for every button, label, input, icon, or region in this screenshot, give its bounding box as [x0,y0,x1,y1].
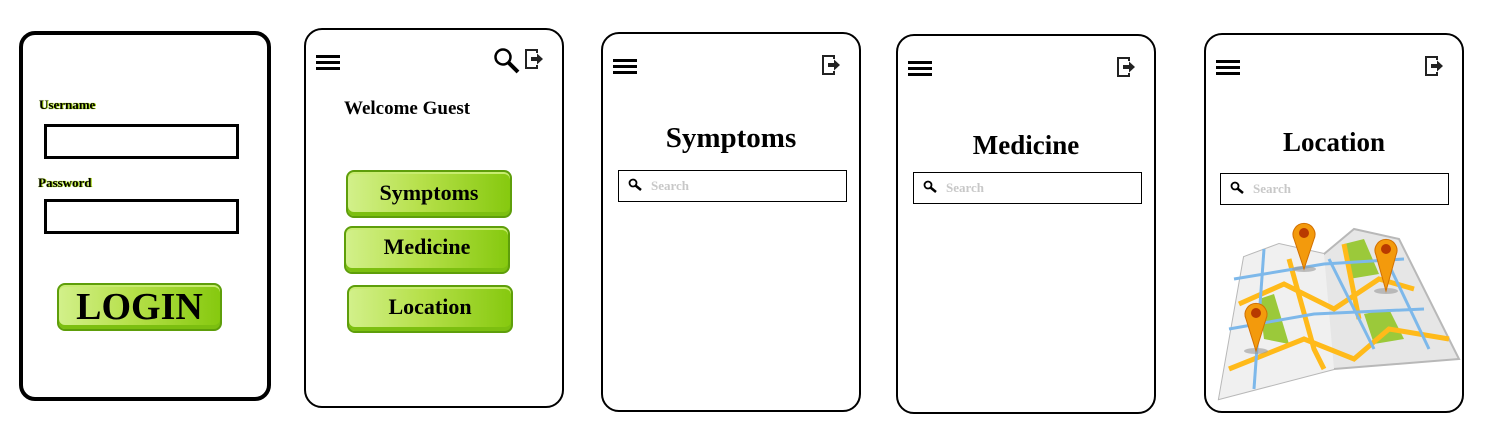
username-label: Username [39,97,96,112]
search-placeholder: Search [1253,181,1292,196]
search-icon [628,178,642,191]
logout-icon[interactable] [524,48,544,70]
page-title: Location [1282,127,1385,157]
username-input[interactable] [44,124,239,159]
medicine-button[interactable]: Medicine [344,226,510,274]
search-icon [923,180,937,193]
page-title: Symptoms [665,122,797,154]
login-screen: Username Password LOGIN [19,31,271,401]
home-screen: Welcome Guest Symptoms Medicine Location [304,28,564,408]
search-input[interactable]: Search [913,172,1142,204]
logout-icon[interactable] [1424,55,1444,77]
hamburger-menu-icon[interactable] [1216,60,1240,76]
location-button[interactable]: Location [347,285,513,333]
hamburger-menu-icon[interactable] [613,59,637,75]
password-input[interactable] [44,199,239,234]
hamburger-menu-icon[interactable] [316,55,340,71]
medicine-screen: Medicine Search [896,34,1156,414]
search-placeholder: Search [651,178,690,193]
logout-icon[interactable] [1116,56,1136,78]
search-icon [1230,181,1244,194]
search-icon[interactable] [493,47,521,75]
symptoms-button[interactable]: Symptoms [346,170,512,218]
logout-icon[interactable] [821,54,841,76]
search-input[interactable]: Search [1220,173,1449,205]
welcome-text: Welcome Guest [344,98,471,119]
hamburger-menu-icon[interactable] [908,61,932,77]
search-placeholder: Search [946,180,985,195]
password-label: Password [38,175,92,190]
symptoms-screen: Symptoms Search [601,32,861,412]
login-button[interactable]: LOGIN [57,283,222,331]
map-pins-illustration [1217,222,1461,401]
search-input[interactable]: Search [618,170,847,202]
location-screen: Location Search [1204,33,1464,413]
page-title: Medicine [972,130,1080,160]
